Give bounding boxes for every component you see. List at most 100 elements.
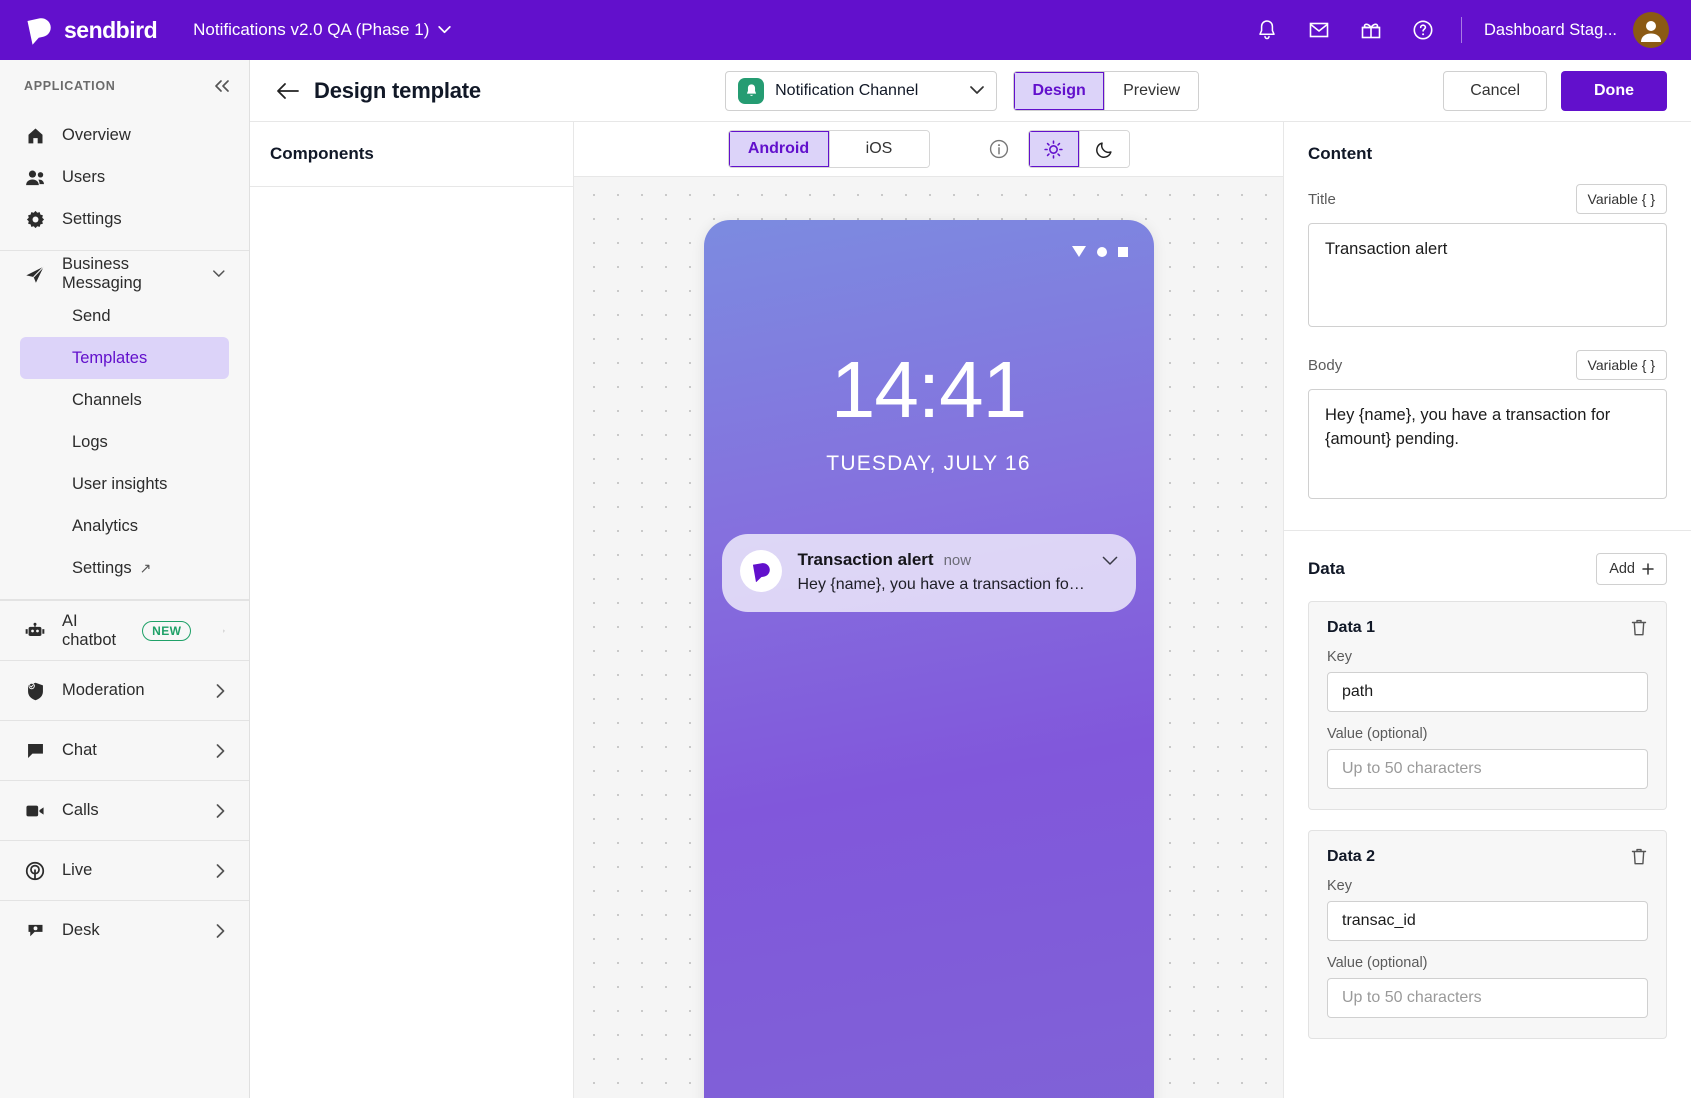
robot-icon	[24, 620, 46, 642]
trash-icon[interactable]	[1630, 618, 1648, 637]
desk-icon	[24, 920, 46, 942]
data-value-input[interactable]	[1327, 978, 1648, 1018]
send-icon	[24, 263, 46, 285]
brand-name: sendbird	[64, 17, 157, 44]
home-icon	[24, 124, 46, 146]
gift-icon[interactable]	[1359, 18, 1383, 42]
notification-preview-card[interactable]: Transaction alert now Hey {name}, you ha…	[722, 534, 1136, 612]
brand[interactable]: sendbird	[24, 15, 157, 45]
sendbird-logo-icon	[24, 15, 54, 45]
body-variable-button[interactable]: Variable { }	[1576, 350, 1667, 380]
tab-android[interactable]: Android	[729, 131, 829, 167]
phone-status-icons	[1072, 246, 1128, 257]
chevron-right-icon	[216, 864, 225, 878]
sidebar-item-business-messaging[interactable]: Business Messaging	[10, 253, 239, 295]
workspace: Components Android iOS	[250, 122, 1691, 1098]
page-title: Design template	[314, 78, 481, 104]
body-field-header: Body Variable { }	[1308, 350, 1667, 380]
content-section: Content Title Variable { } Body Variable…	[1284, 122, 1691, 531]
sidebar-item-label: Moderation	[62, 681, 145, 700]
title-variable-button[interactable]: Variable { }	[1576, 184, 1667, 214]
tab-design[interactable]: Design	[1014, 72, 1104, 110]
mail-icon[interactable]	[1307, 18, 1331, 42]
plus-icon	[1642, 563, 1654, 575]
sidebar-item-ai-chatbot[interactable]: AI chatbot NEW	[0, 600, 249, 660]
sidebar-item-chat[interactable]: Chat	[0, 720, 249, 780]
collapse-sidebar-icon[interactable]	[213, 79, 231, 93]
help-icon[interactable]	[1411, 18, 1435, 42]
trash-icon[interactable]	[1630, 847, 1648, 866]
tab-preview[interactable]: Preview	[1104, 72, 1198, 110]
channel-select-value: Notification Channel	[775, 82, 959, 100]
theme-dark-button[interactable]	[1079, 131, 1129, 167]
bell-icon[interactable]	[1255, 18, 1279, 42]
chevron-right-icon	[216, 744, 225, 758]
notification-body-wrap: Transaction alert now Hey {name}, you ha…	[798, 550, 1086, 594]
title-field-header: Title Variable { }	[1308, 184, 1667, 214]
triangle-icon	[1072, 246, 1086, 257]
data-value-input[interactable]	[1327, 749, 1648, 789]
data-key-input[interactable]	[1327, 901, 1648, 941]
sidebar-item-overview[interactable]: Overview	[10, 114, 239, 156]
sidebar-subitem-templates[interactable]: Templates	[20, 337, 229, 379]
account-menu[interactable]: Dashboard Stag...	[1484, 12, 1669, 48]
sidebar-subitem-settings[interactable]: Settings ↗	[20, 547, 229, 589]
live-broadcast-icon	[24, 860, 46, 882]
sidebar-item-label: Settings	[62, 210, 122, 229]
sidebar-item-users[interactable]: Users	[10, 156, 239, 198]
sidebar-subitem-user-insights[interactable]: User insights	[20, 463, 229, 505]
data-section: Data Add Data 1 Key	[1284, 531, 1691, 1085]
back-button[interactable]	[268, 71, 308, 111]
chevron-down-icon[interactable]	[1102, 556, 1118, 566]
theme-tabs	[1028, 130, 1130, 168]
sidebar-subitem-analytics[interactable]: Analytics	[20, 505, 229, 547]
data-item-title: Data 2	[1327, 848, 1375, 866]
info-icon[interactable]	[988, 138, 1010, 160]
lockscreen-clock: 14:41	[704, 350, 1154, 430]
notification-header: Transaction alert now	[798, 550, 1086, 570]
tab-ios[interactable]: iOS	[829, 131, 929, 167]
done-button[interactable]: Done	[1561, 71, 1667, 111]
sidebar-application-group: Overview Users Settings	[0, 112, 249, 251]
new-badge: NEW	[142, 621, 191, 641]
shield-check-icon	[24, 680, 46, 702]
page-header: Design template Notification Channel Des…	[250, 60, 1691, 122]
spacer	[1327, 941, 1648, 955]
channel-select[interactable]: Notification Channel	[725, 71, 997, 111]
sidebar-subitem-send[interactable]: Send	[20, 295, 229, 337]
sidebar-header: APPLICATION	[0, 60, 249, 112]
chevron-right-icon	[216, 684, 225, 698]
components-panel: Components	[250, 122, 574, 1098]
sidebar-item-desk[interactable]: Desk	[0, 900, 249, 960]
sidebar-item-settings[interactable]: Settings	[10, 198, 239, 240]
top-navigation-bar: sendbird Notifications v2.0 QA (Phase 1)…	[0, 0, 1691, 60]
lockscreen-date: TUESDAY, JULY 16	[704, 452, 1154, 476]
data-item-1: Data 1 Key Value (optional)	[1308, 601, 1667, 810]
sendbird-logo-icon	[740, 550, 782, 592]
cancel-button[interactable]: Cancel	[1443, 71, 1547, 111]
sidebar-subitem-logs[interactable]: Logs	[20, 421, 229, 463]
app-switcher[interactable]: Notifications v2.0 QA (Phase 1)	[193, 20, 451, 40]
add-data-button[interactable]: Add	[1596, 553, 1667, 585]
theme-light-button[interactable]	[1029, 131, 1079, 167]
body-input[interactable]	[1308, 389, 1667, 499]
canvas: Android iOS	[574, 122, 1283, 1098]
sidebar-item-label: Live	[62, 861, 92, 880]
data-item-header: Data 2	[1327, 847, 1648, 866]
users-icon	[24, 166, 46, 188]
sidebar-item-label: Desk	[62, 921, 100, 940]
sidebar-subitem-channels[interactable]: Channels	[20, 379, 229, 421]
data-key-label: Key	[1327, 649, 1648, 665]
sidebar-business-messaging-group: Business Messaging Send Templates Channe…	[0, 251, 249, 600]
sidebar-item-moderation[interactable]: Moderation	[0, 660, 249, 720]
avatar[interactable]	[1633, 12, 1669, 48]
sidebar-item-calls[interactable]: Calls	[0, 780, 249, 840]
body-field-label: Body	[1308, 357, 1342, 374]
header-center-controls: Notification Channel Design Preview	[481, 71, 1443, 111]
title-input[interactable]	[1308, 223, 1667, 327]
sidebar-section-label: APPLICATION	[24, 79, 116, 93]
app-root: sendbird Notifications v2.0 QA (Phase 1)…	[0, 0, 1691, 1098]
sidebar-item-live[interactable]: Live	[0, 840, 249, 900]
data-key-input[interactable]	[1327, 672, 1648, 712]
app-switcher-label: Notifications v2.0 QA (Phase 1)	[193, 20, 429, 40]
